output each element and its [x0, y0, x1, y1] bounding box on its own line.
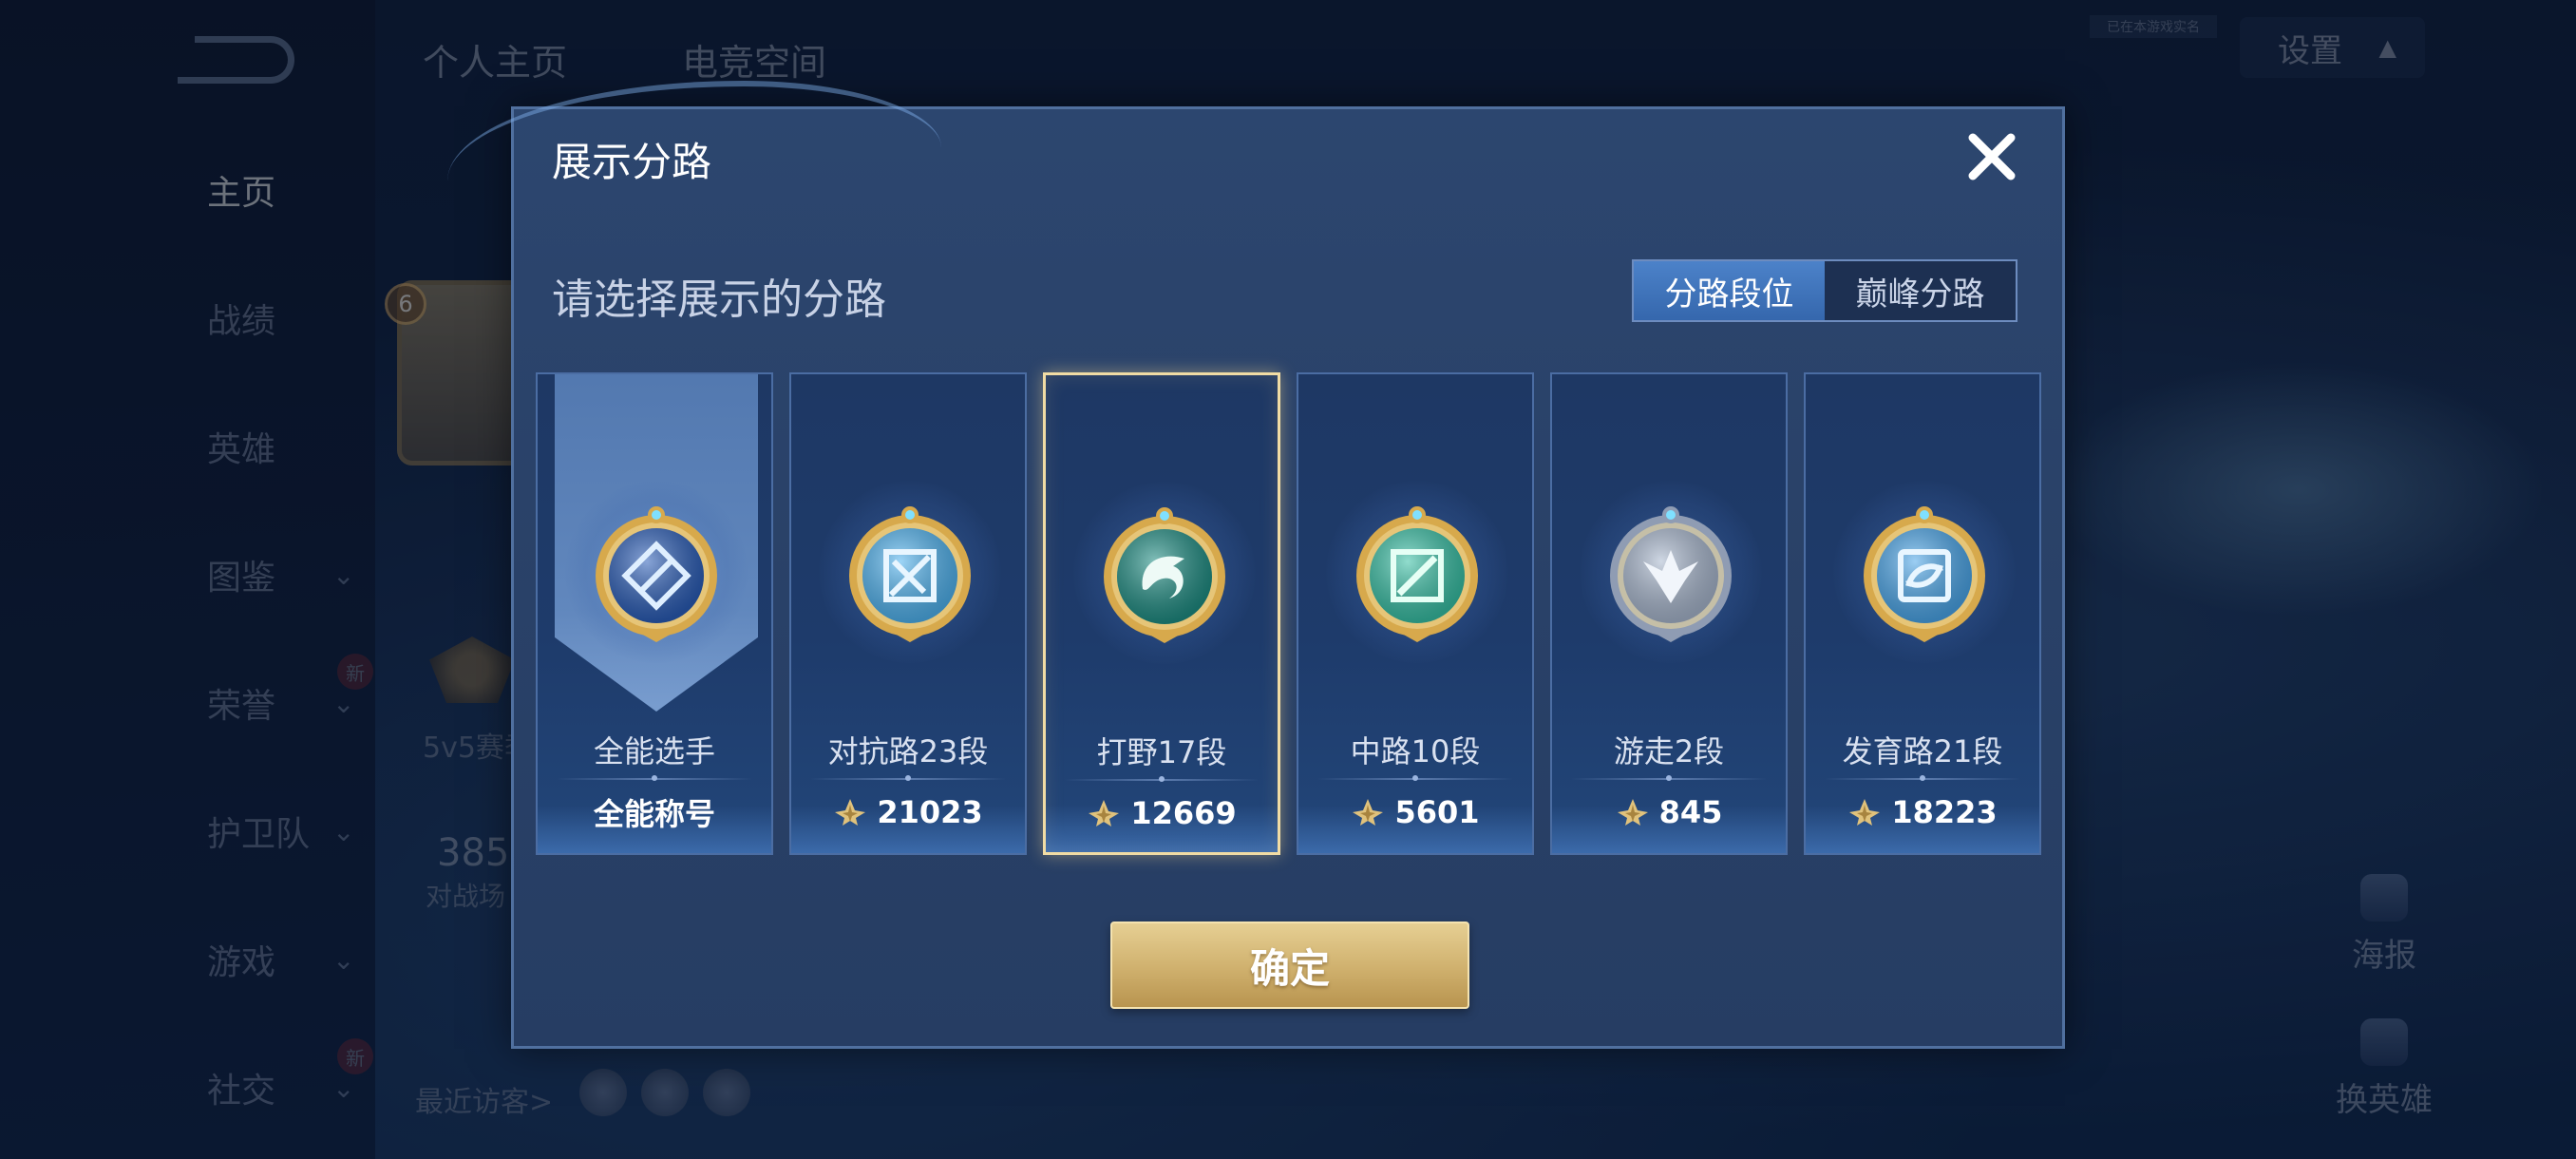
power-points-icon: [1087, 798, 1121, 828]
roam-emblem-icon: [1600, 502, 1742, 644]
lane-score: 全能称号: [538, 788, 771, 836]
power-points-icon: [1847, 797, 1882, 827]
lane-rank-label: 中路10段: [1350, 733, 1481, 770]
lane-score: 845: [1552, 788, 1786, 836]
lane-score-value: 12669: [1130, 795, 1237, 831]
lane-score-value: 845: [1658, 794, 1723, 830]
lane-score-value: 18223: [1891, 794, 1998, 830]
confirm-button[interactable]: 确定: [1110, 922, 1469, 1009]
lane-rank-label: 游走2段: [1613, 733, 1725, 770]
lane-score: 12669: [1046, 789, 1278, 837]
card-divider: [810, 775, 1006, 781]
power-points-icon: [833, 797, 867, 827]
lane-rank-label: 全能选手: [593, 733, 715, 770]
display-lane-dialog: 展示分路 请选择展示的分路 分路段位 巅峰分路 全能选手 全能称号 对抗路23段 21…: [447, 81, 2065, 1049]
lane-score: 21023: [791, 788, 1025, 836]
lane-score: 5601: [1298, 788, 1532, 836]
game-screen: 主页 战绩 英雄 图鉴 ⌄ 荣誉 ⌄ 新护卫队 ⌄ 游戏 ⌄ 社交 ⌄ 新 个人主页 电竞空间 已在本游戏…: [0, 0, 2576, 1159]
lane-card[interactable]: 中路10段 5601: [1297, 372, 1534, 855]
lane-score-value: 全能称号: [593, 796, 715, 832]
close-button[interactable]: [1960, 124, 2024, 189]
card-divider: [1825, 775, 2020, 781]
card-divider: [1317, 775, 1513, 781]
lane-rank-label: 对抗路23段: [827, 733, 989, 770]
lane-card[interactable]: 全能选手 全能称号: [536, 372, 773, 855]
jungle-emblem-icon: [1093, 503, 1236, 645]
clash-lane-emblem-icon: [839, 502, 981, 644]
lane-card[interactable]: 打野17段 12669: [1043, 372, 1280, 855]
farm-lane-emblem-icon: [1853, 502, 1996, 644]
lane-score-value: 21023: [877, 794, 983, 830]
lane-score: 18223: [1806, 788, 2039, 836]
card-divider: [1571, 775, 1767, 781]
card-divider: [1065, 776, 1259, 782]
tab-lane-rank[interactable]: 分路段位: [1634, 261, 1825, 320]
mid-lane-emblem-icon: [1346, 502, 1488, 644]
lane-card[interactable]: 发育路21段 18223: [1804, 372, 2041, 855]
all-round-emblem-icon: [585, 502, 728, 644]
dialog-subtitle: 请选择展示的分路: [552, 276, 886, 324]
lane-card[interactable]: 对抗路23段 21023: [789, 372, 1027, 855]
power-points-icon: [1616, 797, 1650, 827]
lane-card[interactable]: 游走2段 845: [1550, 372, 1788, 855]
lane-rank-label: 打野17段: [1096, 734, 1227, 770]
lane-rank-label: 发育路21段: [1842, 733, 2003, 770]
card-divider: [557, 775, 752, 781]
close-icon: [1968, 133, 2016, 180]
lane-score-value: 5601: [1394, 794, 1480, 830]
power-points-icon: [1351, 797, 1385, 827]
lane-mode-toggle: 分路段位 巅峰分路: [1632, 259, 2017, 322]
dialog-title: 展示分路: [552, 139, 712, 185]
tab-peak-lane[interactable]: 巅峰分路: [1825, 261, 2016, 320]
